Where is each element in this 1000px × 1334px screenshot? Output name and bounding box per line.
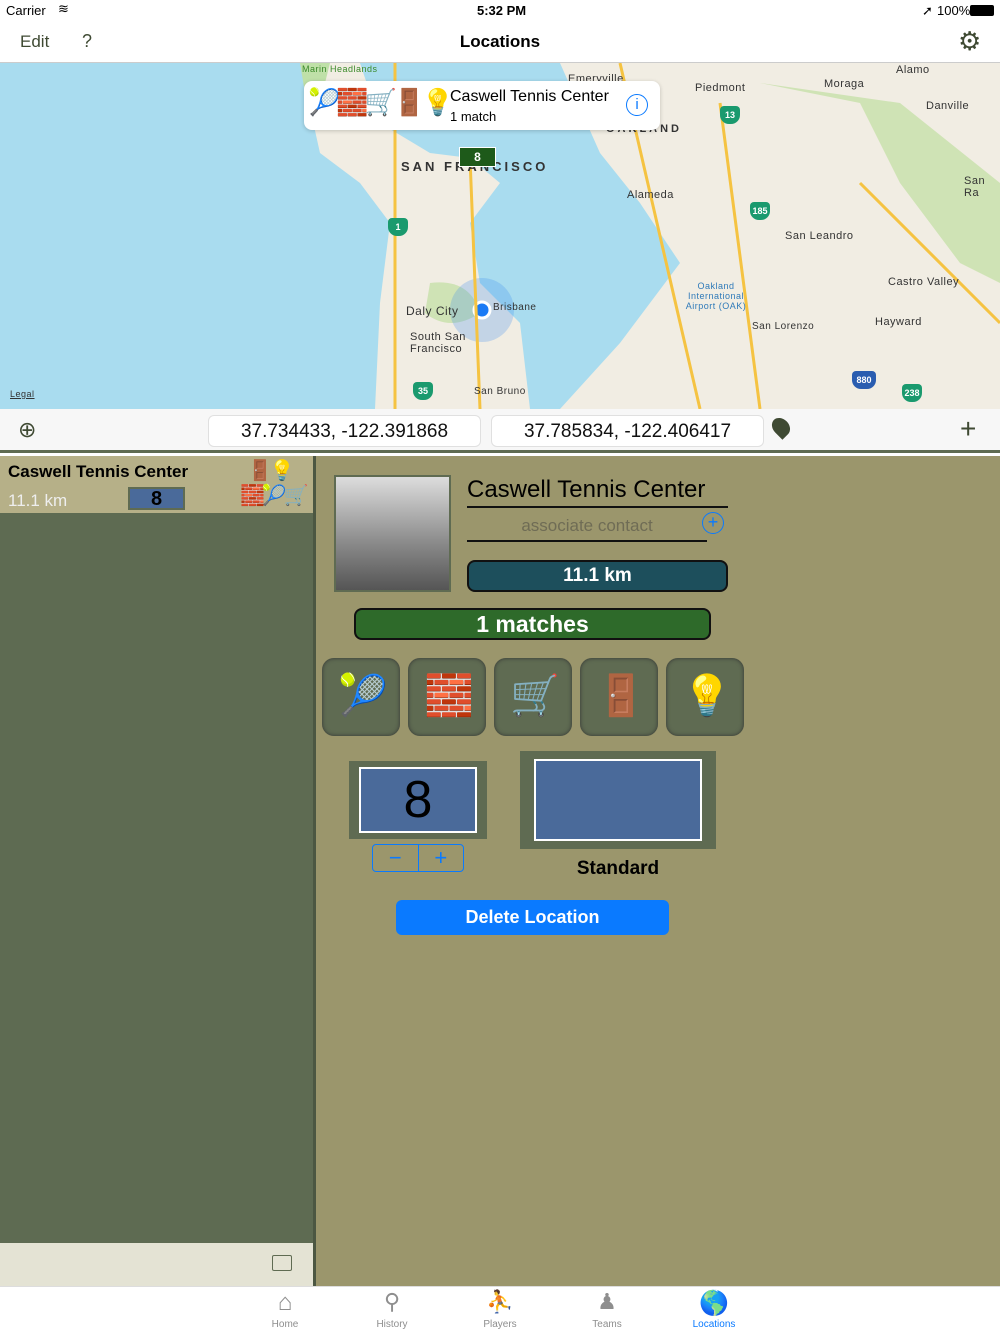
map-label: San Leandro [785,230,854,242]
folder-icon[interactable] [272,1255,292,1271]
restroom-amenity-button[interactable]: 🚪 [580,658,658,736]
highway-shield: 880 [852,371,876,389]
callout-title: Caswell Tennis Center [450,88,609,105]
matches-button[interactable]: 1 matches [354,608,711,640]
add-location-button[interactable]: + [960,413,976,445]
tab-players[interactable]: ⛹ Players [460,1289,540,1330]
location-detail: Caswell Tennis Center associate contact … [316,456,1000,1286]
map-label: Hayward [875,316,922,328]
map-pin-icon[interactable] [768,414,794,440]
highway-shield: 185 [750,202,770,220]
court-diagram [534,759,702,841]
tab-teams[interactable]: ♟ Teams [567,1289,647,1330]
location-arrow-icon: ➚ [922,3,933,18]
contact-field[interactable]: associate contact [467,516,707,542]
highway-shield: 1 [388,218,408,236]
list-footer [0,1243,313,1286]
amenity-icons: 🎾🧱🛒🚪💡 [308,87,454,117]
decrement-button[interactable]: − [373,845,419,871]
tab-label: Locations [692,1319,736,1330]
status-bar: Carrier ≋ 5:32 PM ➚ 100% [0,0,1000,22]
map-label: Daly City [406,304,459,318]
highway-shield: 238 [902,384,922,402]
highway-shield: 13 [720,106,740,124]
court-count-stepper[interactable]: − + [372,844,464,872]
tab-home[interactable]: ⌂ Home [245,1289,325,1330]
map-label: San Ra [964,175,986,199]
map-label: San Bruno [474,386,526,397]
ball-cart-amenity-button[interactable]: 🛒 [494,658,572,736]
battery-percent: 100% [937,3,971,18]
tab-label: Home [271,1319,299,1330]
map-label: Moraga [824,78,865,90]
list-item-name: Caswell Tennis Center [8,462,189,481]
tab-history[interactable]: ⚲ History [352,1289,432,1330]
map-label: Castro Valley [888,276,960,288]
court-type-image[interactable] [520,751,716,849]
distance-bar: 11.1 km [467,560,728,592]
gear-icon[interactable]: ⚙ [958,26,981,57]
lights-amenity-button[interactable]: 💡 [666,658,744,736]
map-label: Danville [926,100,970,112]
coordinate-bar: ⊕ 37.734433, -122.391868 37.785834, -122… [0,409,1000,453]
battery-icon [970,5,994,16]
callout-subtitle: 1 match [450,109,497,124]
amenity-icons: 🚪💡 🧱🎾🛒 [240,460,309,507]
tab-label: Teams [592,1319,622,1330]
delete-location-button[interactable]: Delete Location [396,900,669,935]
add-contact-icon[interactable]: + [702,512,724,534]
map-label: Piedmont [695,82,746,94]
increment-button[interactable]: + [419,845,464,871]
highway-shield: 35 [413,382,433,400]
map-label: Brisbane [493,302,537,313]
clock: 5:32 PM [477,3,527,18]
legal-link[interactable]: Legal [10,389,35,399]
list-item[interactable]: Caswell Tennis Center 11.1 km 8 🚪💡 🧱🎾🛒 [0,456,313,513]
tab-bar: ⌂ Home ⚲ History ⛹ Players ♟ Teams 🌎 Location… [0,1286,1000,1334]
page-title: Locations [459,32,541,51]
location-photo[interactable] [334,475,451,592]
map-cluster-pin[interactable]: 8 [459,147,496,167]
location-name-field[interactable]: Caswell Tennis Center [467,476,728,508]
map-label: Oakland International Airport (OAK) [685,281,747,311]
location-list: Caswell Tennis Center 11.1 km 8 🚪💡 🧱🎾🛒 [0,456,313,1286]
navigation-bar: Edit ? Locations ⚙ [0,22,1000,63]
crosshair-icon[interactable]: ⊕ [18,417,36,443]
wall-amenity-button[interactable]: 🧱 [408,658,486,736]
map-callout[interactable]: 🎾🧱🛒🚪💡 Caswell Tennis Center 1 match i [304,81,660,130]
court-type-label: Standard [576,858,660,879]
tab-locations[interactable]: 🌎 Locations [674,1289,754,1330]
map-label: South San Francisco [410,331,466,355]
tab-label: History [376,1319,408,1330]
map-label: Alameda [627,189,674,201]
court-count-badge: 8 [128,487,185,510]
court-count: 8 [359,767,477,833]
map-label: San Lorenzo [752,321,815,332]
selected-coordinates-field[interactable]: 37.785834, -122.406417 [491,415,764,447]
current-coordinates-field[interactable]: 37.734433, -122.391868 [208,415,481,447]
carrier-label: Carrier [6,3,46,18]
player-icon: ⛹ [486,1289,514,1314]
map-label: Marin Headlands [302,64,378,74]
map-label: Alamo [896,64,930,76]
racquet-icon: ⚲ [383,1289,401,1314]
wifi-icon: ≋ [58,1,69,16]
globe-icon: 🌎 [699,1290,729,1317]
court-count-display: 8 [349,761,487,839]
list-item-distance: 11.1 km [8,491,68,510]
map-view[interactable]: Marin Headlands Emeryville Piedmont Mora… [0,63,1000,409]
teams-icon: ♟ [597,1289,617,1314]
racquet-amenity-button[interactable]: 🎾 [322,658,400,736]
tab-label: Players [483,1319,517,1330]
info-icon[interactable]: i [626,94,648,116]
home-icon: ⌂ [277,1289,293,1316]
